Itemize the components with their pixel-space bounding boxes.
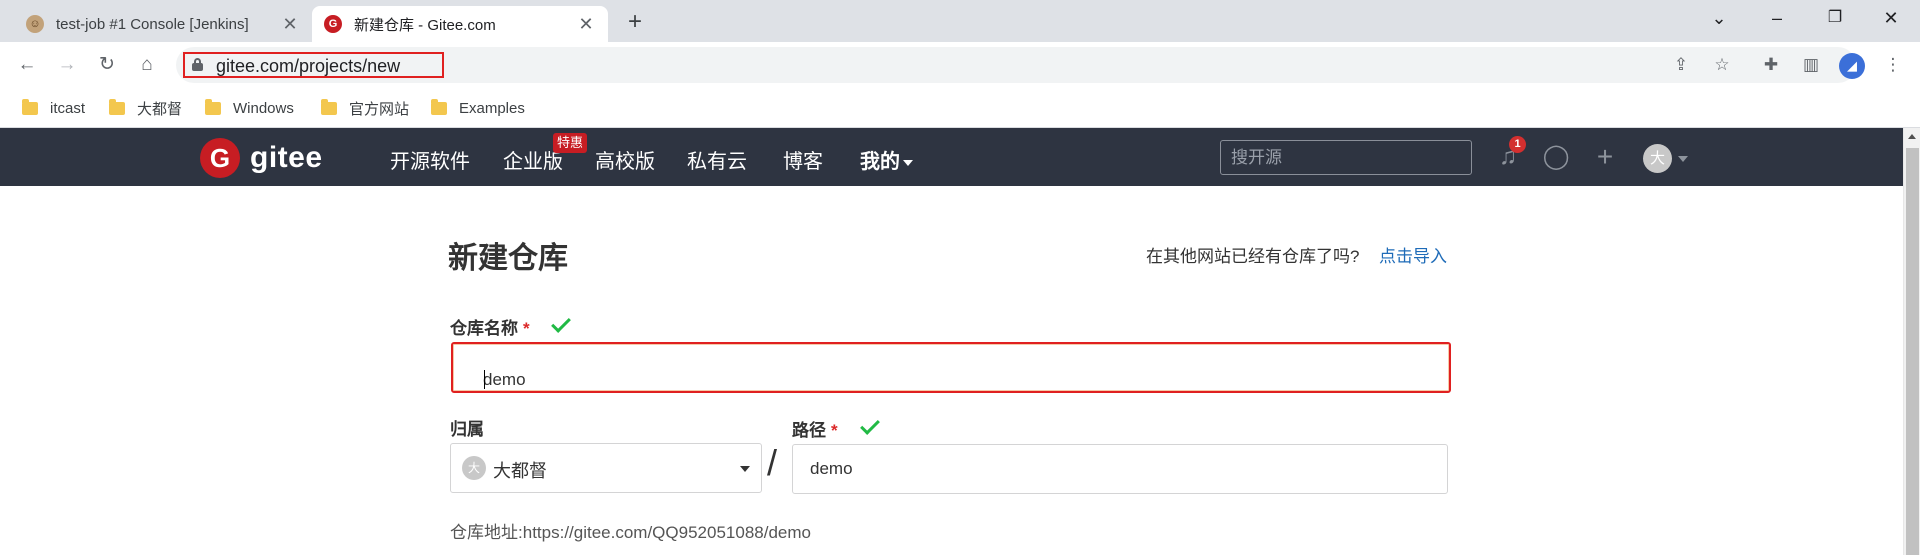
- repo-address: 仓库地址:https://gitee.com/QQ952051088/demo: [450, 523, 811, 542]
- close-window-button[interactable]: ✕: [1862, 0, 1920, 36]
- caret-down-icon: [903, 159, 913, 166]
- gitee-logo-icon: G: [200, 138, 240, 178]
- bookmark-folder[interactable]: 大都督: [109, 98, 182, 118]
- tab-close-icon[interactable]: ✕: [576, 14, 596, 34]
- repo-name-input[interactable]: demo: [451, 342, 1451, 393]
- nav-open-source[interactable]: 开源软件: [390, 145, 470, 174]
- owner-value: 大都督: [493, 461, 547, 481]
- bookmark-star-icon[interactable]: ☆: [1711, 54, 1733, 76]
- path-label: 路径 *: [792, 421, 838, 440]
- gitee-logo[interactable]: G gitee: [200, 138, 323, 178]
- import-link[interactable]: 点击导入: [1379, 242, 1447, 267]
- owner-label: 归属: [450, 420, 484, 439]
- new-tab-button[interactable]: +: [621, 8, 649, 36]
- nav-education[interactable]: 高校版: [595, 145, 655, 174]
- path-value: demo: [810, 459, 853, 478]
- nav-blog[interactable]: 博客: [783, 145, 823, 174]
- lock-icon[interactable]: [192, 58, 203, 71]
- page-title: 新建仓库: [448, 242, 568, 275]
- minimize-button[interactable]: –: [1748, 0, 1806, 36]
- tab-gitee[interactable]: G 新建仓库 - Gitee.com ✕: [312, 6, 608, 42]
- owner-select[interactable]: 大 大都督: [450, 443, 762, 493]
- tab-title: 新建仓库 - Gitee.com: [354, 16, 496, 34]
- repo-name-valid-check-icon: [551, 313, 571, 333]
- home-icon[interactable]: ⌂: [132, 50, 162, 80]
- nav-mine[interactable]: 我的: [860, 145, 913, 174]
- owner-avatar: 大: [462, 456, 486, 480]
- avatar-caret-icon[interactable]: [1678, 156, 1688, 162]
- path-input[interactable]: demo: [792, 444, 1448, 494]
- notification-badge: 1: [1509, 136, 1526, 153]
- side-panel-icon[interactable]: ▥: [1798, 52, 1824, 78]
- restore-button[interactable]: ❐: [1806, 0, 1864, 36]
- reload-icon[interactable]: ↻: [92, 50, 122, 80]
- text-cursor: [484, 370, 485, 389]
- gitee-favicon-icon: G: [324, 15, 342, 33]
- gitee-wordmark: gitee: [250, 141, 323, 174]
- folder-icon: [205, 98, 221, 115]
- tab-close-icon[interactable]: ✕: [280, 14, 300, 34]
- tab-search-icon[interactable]: ⌄: [1690, 0, 1748, 36]
- scroll-thumb[interactable]: [1906, 148, 1919, 555]
- page-scrollbar[interactable]: [1903, 128, 1920, 555]
- profile-avatar[interactable]: ◢: [1839, 53, 1865, 79]
- enterprise-promo-badge: 特惠: [553, 133, 588, 153]
- bookmark-folder[interactable]: Windows: [205, 98, 294, 118]
- browser-toolbar: ← → ↻ ⌂ gitee.com/projects/new ⇪ ☆ ✚ ▥ ◢…: [0, 42, 1920, 88]
- tab-jenkins[interactable]: ☺ test-job #1 Console [Jenkins] ✕: [12, 6, 312, 42]
- forward-icon[interactable]: →: [52, 50, 82, 80]
- bookmark-folder[interactable]: Examples: [431, 98, 525, 118]
- bookmark-folder[interactable]: 官方网站: [321, 98, 409, 118]
- extensions-icon[interactable]: ✚: [1758, 52, 1784, 78]
- back-icon[interactable]: ←: [12, 50, 42, 80]
- plus-icon[interactable]: +: [1590, 142, 1620, 172]
- folder-icon: [431, 98, 447, 115]
- jenkins-favicon-icon: ☺: [26, 15, 44, 33]
- tab-strip: ☺ test-job #1 Console [Jenkins] ✕ G 新建仓库…: [0, 0, 1920, 42]
- bookmarks-bar: itcast 大都督 Windows 官方网站 Examples: [0, 88, 1920, 128]
- folder-icon: [321, 98, 337, 115]
- scroll-up-arrow-icon[interactable]: [1908, 134, 1916, 139]
- path-valid-check-icon: [860, 415, 880, 435]
- lightbulb-icon[interactable]: ◯: [1541, 142, 1571, 172]
- import-question: 在其他网站已经有仓库了吗?: [1146, 247, 1360, 266]
- repo-name-label: 仓库名称 *: [450, 319, 530, 338]
- nav-private-cloud[interactable]: 私有云: [687, 145, 747, 174]
- bookmark-folder[interactable]: itcast: [22, 98, 85, 118]
- share-icon[interactable]: ⇪: [1670, 54, 1692, 76]
- user-avatar[interactable]: 大: [1643, 144, 1672, 173]
- gitee-header: G gitee 开源软件 企业版 特惠 高校版 私有云 博客 我的 搜开源 ♫ …: [0, 128, 1903, 186]
- url-text[interactable]: gitee.com/projects/new: [183, 52, 444, 78]
- menu-kebab-icon[interactable]: ⋮: [1880, 52, 1906, 78]
- folder-icon: [22, 98, 38, 115]
- path-separator: /: [767, 442, 778, 483]
- page-viewport: G gitee 开源软件 企业版 特惠 高校版 私有云 博客 我的 搜开源 ♫ …: [0, 128, 1920, 555]
- dropdown-arrow-icon: [740, 466, 750, 472]
- tab-title: test-job #1 Console [Jenkins]: [56, 15, 249, 33]
- address-bar[interactable]: gitee.com/projects/new ⇪ ☆: [176, 47, 1856, 83]
- folder-icon: [109, 98, 125, 115]
- gitee-search-input[interactable]: 搜开源: [1220, 140, 1472, 175]
